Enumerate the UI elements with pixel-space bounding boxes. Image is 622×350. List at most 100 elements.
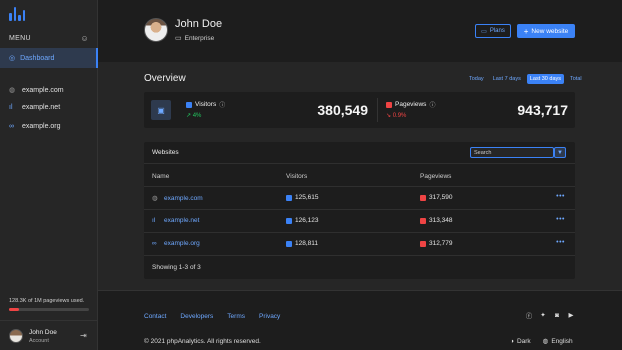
visitors-legend-swatch: [186, 101, 192, 108]
collapse-menu-icon[interactable]: ☺: [81, 34, 89, 43]
column-header-visitors: Visitors: [286, 173, 308, 180]
plan-label: ▭ Enterprise: [175, 34, 215, 43]
footer-link-privacy[interactable]: Privacy: [259, 313, 280, 320]
range-total[interactable]: Total: [567, 74, 585, 84]
range-last-7-days[interactable]: Last 7 days: [490, 74, 524, 84]
sidebar-item-label: example.org: [22, 123, 61, 130]
user-name: John Doe: [29, 329, 57, 336]
logo-icon[interactable]: [9, 7, 25, 21]
globe-icon: ◍: [152, 195, 158, 202]
visitors-legend-swatch: [286, 240, 292, 247]
globe-icon: ◍: [9, 87, 16, 94]
pageviews-legend-swatch: [420, 194, 426, 201]
theme-toggle[interactable]: ◑ Dark: [510, 337, 531, 345]
table-row[interactable]: ◍ example.com 125,615 317,590 •••: [144, 187, 575, 209]
visitors-cell: 126,123: [286, 217, 319, 224]
sidebar-item-label: example.com: [22, 86, 64, 94]
visitors-cell: 128,811: [286, 240, 318, 247]
visitors-change: ↗ 4%: [186, 112, 201, 119]
logout-icon[interactable]: ⇥: [80, 331, 87, 340]
plus-icon: +: [523, 26, 529, 36]
avatar: [9, 329, 23, 343]
sidebar-item-site[interactable]: ∞ example.org: [9, 123, 61, 130]
sidebar-item-site[interactable]: ◍ example.com: [9, 86, 64, 95]
pageviews-change-value: 0.9%: [392, 113, 407, 119]
browser-icon: ▣: [151, 100, 171, 120]
more-options-icon[interactable]: •••: [556, 216, 565, 223]
pagination-info: Showing 1-3 of 3: [152, 264, 201, 271]
twitter-icon[interactable]: ✦: [539, 311, 547, 319]
plan-name: Enterprise: [184, 34, 215, 42]
info-icon[interactable]: ⓘ: [219, 100, 225, 109]
contrast-icon: ◑: [510, 337, 514, 345]
visitors-change-value: 4%: [192, 113, 202, 119]
footer-links: Contact Developers Terms Privacy: [144, 313, 280, 320]
language-selector[interactable]: ◍ English: [543, 337, 573, 346]
pageviews-legend-swatch: [420, 217, 426, 224]
more-options-icon[interactable]: •••: [556, 193, 565, 200]
visitors-legend-swatch: [286, 194, 292, 201]
arrow-up-icon: ↗: [186, 113, 192, 119]
search-input[interactable]: [470, 147, 554, 158]
sidebar-item-site[interactable]: ıl example.net: [9, 104, 60, 111]
plans-button[interactable]: ▭ Plans: [475, 24, 511, 38]
link-icon: ∞: [9, 123, 14, 130]
avatar: [144, 18, 168, 42]
visitors-legend-swatch: [286, 217, 292, 224]
card-icon: ▭: [175, 35, 182, 42]
language-label: English: [551, 337, 573, 345]
bar-chart-icon: ıl: [9, 104, 13, 111]
websites-title: Websites: [152, 149, 179, 156]
pageviews-value: 313,348: [429, 217, 453, 224]
app-root: MENU ☺ ◎ Dashboard ◍ example.com ıl exam…: [0, 0, 622, 350]
visitors-label: Visitors ⓘ: [186, 100, 225, 109]
theme-label: Dark: [516, 337, 531, 345]
new-website-button-label: New website: [531, 27, 569, 35]
link-icon: ∞: [152, 240, 157, 247]
column-header-name: Name: [152, 173, 170, 180]
range-last-30-days[interactable]: Last 30 days: [526, 74, 565, 84]
usage-text: 128.3K of 1M pageviews used.: [9, 298, 85, 304]
visitors-value: 380,549: [317, 102, 368, 118]
overview-title: Overview: [144, 73, 186, 84]
facebook-icon[interactable]: ⓕ: [525, 311, 533, 320]
copyright: © 2021 phpAnalytics. All rights reserved…: [144, 338, 261, 345]
overview-stats: ▣ Visitors ⓘ ↗ 4% 380,549 Pageviews ⓘ ↘ …: [144, 92, 575, 128]
pageviews-cell: 313,348: [420, 217, 453, 224]
range-today[interactable]: Today: [466, 74, 487, 84]
new-website-button[interactable]: + New website: [517, 24, 575, 38]
filter-icon[interactable]: ▼: [554, 147, 566, 158]
column-header-pageviews: Pageviews: [420, 173, 452, 180]
pageviews-value: 317,590: [429, 194, 453, 201]
sidebar-user[interactable]: John Doe Account ⇥: [0, 320, 98, 350]
table-row[interactable]: ∞ example.org 128,811 312,779 •••: [144, 233, 575, 255]
visitors-value: 128,811: [295, 240, 319, 247]
more-options-icon[interactable]: •••: [556, 239, 565, 246]
sidebar-item-label: example.net: [22, 104, 61, 111]
sidebar-item-label: Dashboard: [20, 54, 55, 62]
social-links: ⓕ ✦ ◙ ▶: [525, 311, 575, 321]
website-name: example.org: [164, 240, 200, 247]
divider: [377, 98, 378, 122]
menu-header: MENU ☺: [9, 34, 89, 43]
footer-link-developers[interactable]: Developers: [180, 313, 213, 320]
website-name-cell[interactable]: ıl example.net: [152, 217, 199, 224]
pageviews-label-text: Pageviews: [395, 101, 427, 108]
sidebar-item-dashboard[interactable]: ◎ Dashboard: [0, 48, 98, 68]
instagram-icon[interactable]: ◙: [553, 311, 561, 319]
user-role: Account: [29, 338, 49, 344]
pageviews-change: ↘ 0.9%: [386, 112, 406, 119]
table-row[interactable]: ıl example.net 126,123 313,348 •••: [144, 210, 575, 232]
youtube-icon[interactable]: ▶: [567, 311, 575, 319]
website-name-cell[interactable]: ◍ example.com: [152, 194, 203, 203]
bar-chart-icon: ıl: [152, 217, 156, 224]
website-name: example.com: [164, 194, 203, 202]
footer-link-contact[interactable]: Contact: [144, 313, 166, 320]
page-title: John Doe: [175, 18, 223, 30]
divider: [144, 163, 575, 164]
info-icon[interactable]: ⓘ: [429, 100, 435, 109]
footer-link-terms[interactable]: Terms: [227, 313, 245, 320]
website-name-cell[interactable]: ∞ example.org: [152, 240, 200, 247]
visitors-cell: 125,615: [286, 194, 319, 201]
pageviews-legend-swatch: [386, 101, 392, 108]
